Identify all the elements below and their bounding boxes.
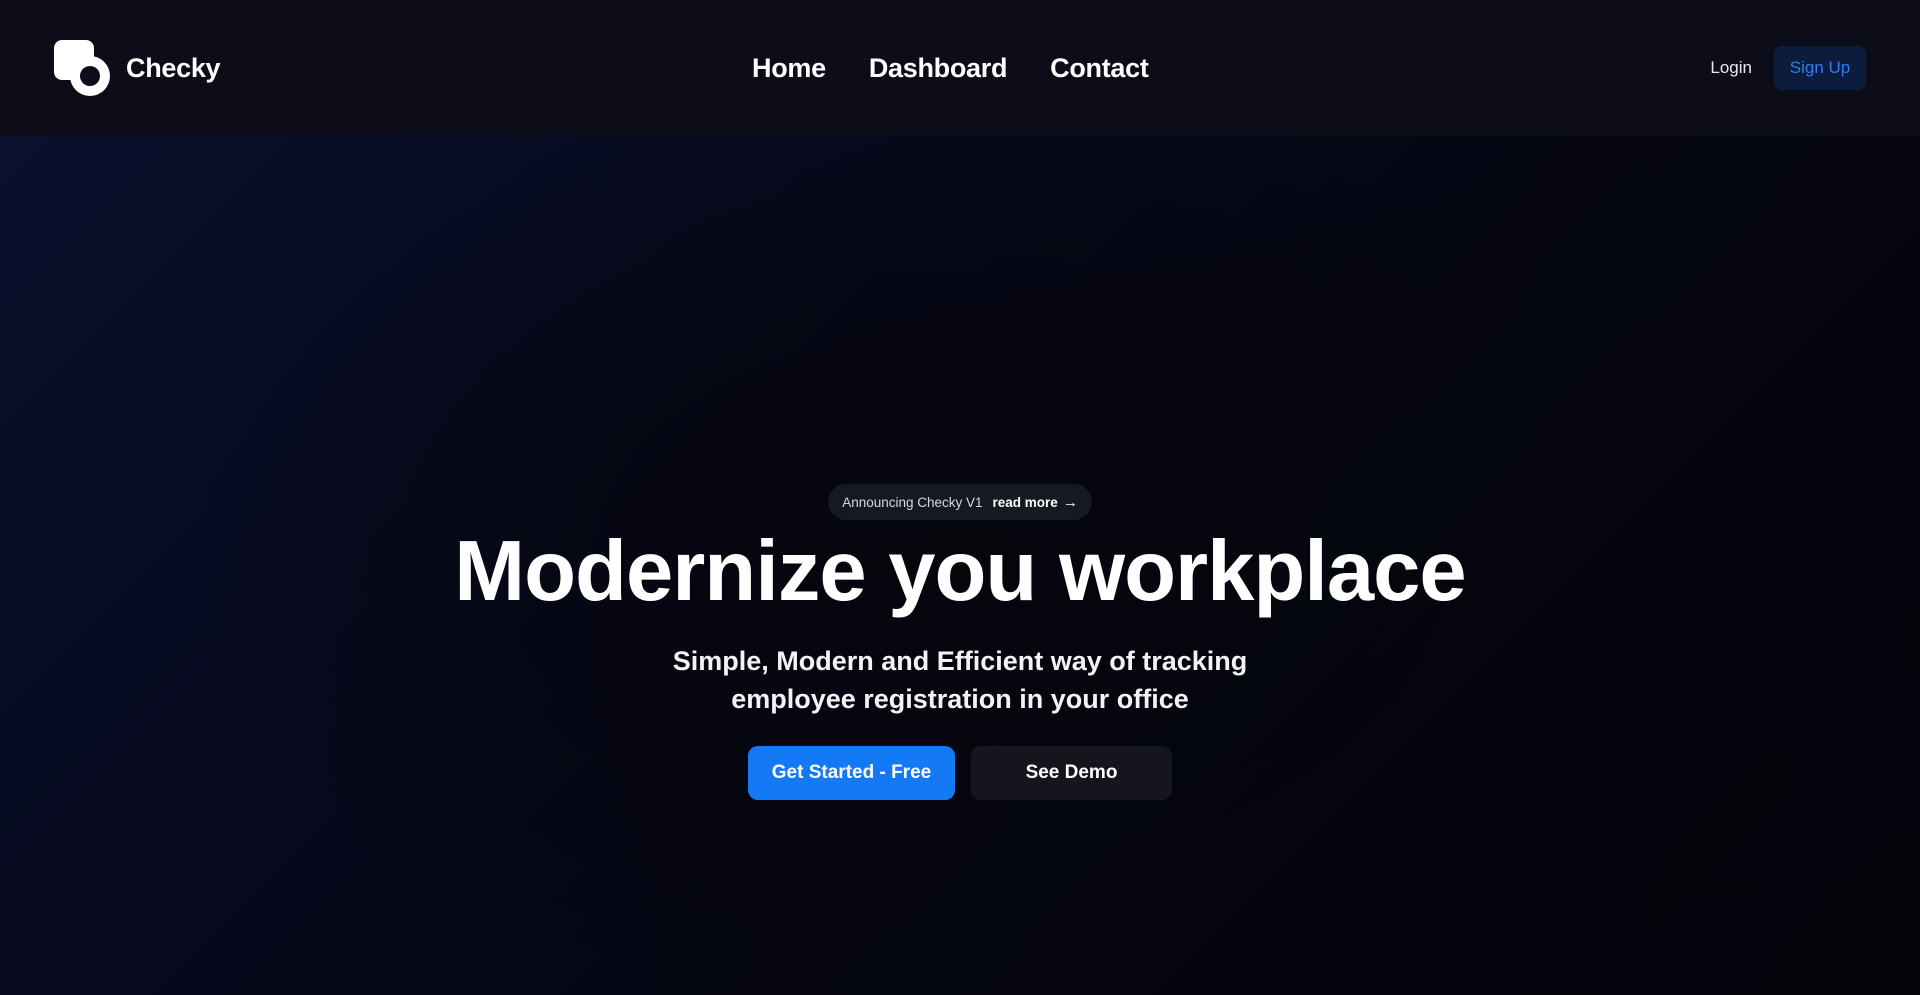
brand-name: Checky: [126, 52, 221, 83]
checky-logo-icon: [54, 40, 112, 96]
hero-subheadline: Simple, Modern and Efficient way of trac…: [610, 642, 1310, 718]
login-link[interactable]: Login: [1710, 58, 1752, 78]
main-nav: Home Dashboard Contact: [752, 46, 1149, 90]
sign-up-button[interactable]: Sign Up: [1774, 46, 1866, 90]
hero-headline: Modernize you workplace: [454, 524, 1466, 619]
hero-cta-group: Get Started - Free See Demo: [748, 746, 1172, 800]
announcement-text: Announcing Checky V1: [842, 494, 983, 510]
read-more-link[interactable]: read more: [993, 495, 1058, 510]
get-started-button[interactable]: Get Started - Free: [748, 746, 955, 800]
auth-actions: Login Sign Up: [1710, 46, 1866, 90]
hero-section: Announcing Checky V1 read more → Moderni…: [0, 484, 1920, 800]
see-demo-button[interactable]: See Demo: [971, 746, 1172, 800]
hero-subheadline-line-1: Simple, Modern and Efficient way of trac…: [672, 646, 1248, 676]
landing-page: Checky Home Dashboard Contact Login Sign…: [0, 0, 1920, 995]
top-navbar: Checky Home Dashboard Contact Login Sign…: [0, 0, 1920, 136]
brand-home-link[interactable]: Checky: [54, 40, 221, 96]
arrow-right-icon: →: [1062, 493, 1078, 511]
nav-link-contact[interactable]: Contact: [1050, 53, 1149, 84]
hero-subheadline-line-2: employee registration in your office: [731, 684, 1189, 714]
nav-link-home[interactable]: Home: [752, 53, 826, 84]
nav-link-dashboard[interactable]: Dashboard: [869, 53, 1008, 84]
announcement-pill[interactable]: Announcing Checky V1 read more →: [828, 484, 1092, 520]
